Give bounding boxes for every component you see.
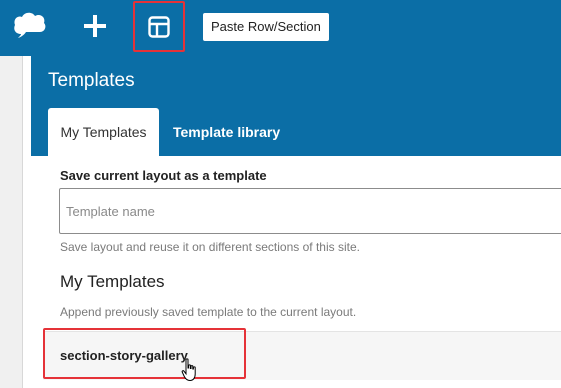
layout-template-icon [148,16,170,38]
plus-icon[interactable] [80,11,110,41]
template-row-label: section-story-gallery [60,348,188,363]
templates-panel-header: Templates My Templates Template library [31,56,561,156]
cloud-logo-icon[interactable] [12,10,48,40]
template-name-input[interactable] [59,188,561,234]
layout-template-button[interactable] [133,1,185,52]
my-templates-help: Append previously saved template to the … [60,305,357,319]
templates-panel-body: Save current layout as a template Save l… [31,156,561,388]
my-templates-heading: My Templates [60,272,165,291]
template-row-section-story-gallery[interactable]: section-story-gallery [43,332,561,380]
tab-my-templates[interactable]: My Templates [48,108,159,156]
panel-title: Templates [48,70,135,91]
paste-row-section-tooltip: Paste Row/Section [203,13,329,41]
save-template-help: Save layout and reuse it on different se… [60,240,360,254]
app-root: Paste Row/Section Templates My Templates… [0,0,561,388]
left-sidebar-strip [0,56,22,388]
top-toolbar: Paste Row/Section [0,0,561,56]
hand-pointer-icon [181,358,199,382]
save-template-label: Save current layout as a template [60,168,267,183]
left-sidebar-border [22,56,23,388]
tab-template-library[interactable]: Template library [173,108,280,156]
